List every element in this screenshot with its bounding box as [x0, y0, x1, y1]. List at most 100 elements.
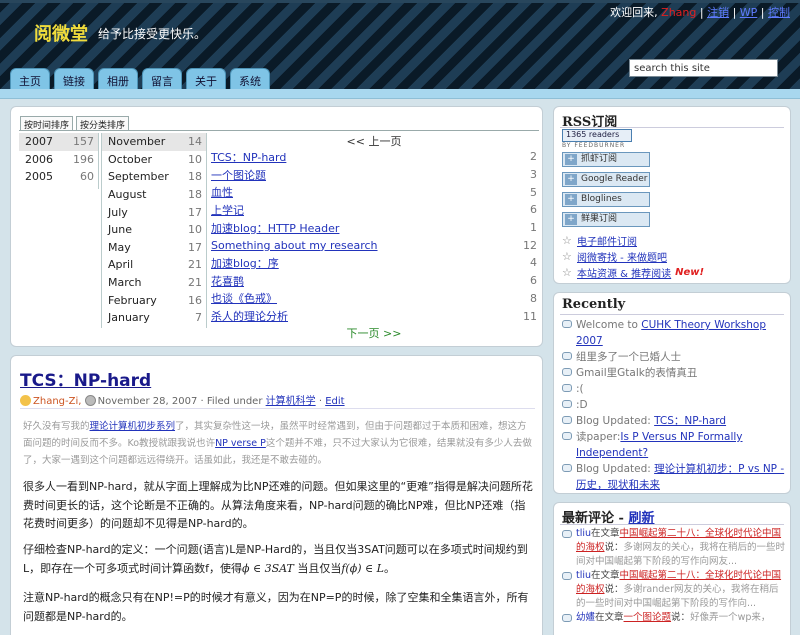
archive-post-row: 加速blog：序 4 — [211, 255, 537, 271]
speech-bubble-icon — [562, 320, 572, 328]
recent-item: Welcome to CUHK Theory Workshop 2007 — [562, 317, 786, 349]
month-row[interactable]: September 18 — [102, 168, 206, 186]
next-page-link[interactable]: 下一页 >> — [207, 325, 541, 340]
month-row[interactable]: March 21 — [102, 274, 206, 292]
archive-post-link[interactable]: 一个图论题 — [211, 167, 266, 183]
main-nav: 主页 链接 相册 留言 关于 系统 — [10, 68, 270, 89]
archive-post-link[interactable]: 花喜鹊 — [211, 273, 244, 289]
archive-post-link[interactable]: 也谈《色戒》 — [211, 290, 277, 306]
recent-title: Recently — [562, 297, 626, 312]
search-input[interactable] — [629, 59, 778, 77]
recent-item: 组里多了一个已婚人士 — [562, 349, 786, 365]
comment-item: tliu在文章中国崛起第二十八：全球化时代论中国的海权说：多谢rander网友的… — [562, 569, 786, 611]
month-row[interactable]: January 7 — [102, 309, 206, 327]
year-row[interactable]: 2006 196 — [19, 151, 98, 169]
comment-item: tliu在文章中国崛起第二十八：全球化时代论中国的海权说：多谢网友的关心，我将在… — [562, 527, 786, 569]
month-row[interactable]: July 17 — [102, 203, 206, 221]
xianguo-subscribe-button[interactable]: + 鲜果订阅 — [562, 212, 650, 227]
post-author[interactable]: Zhang-Zi, — [33, 396, 81, 407]
recent-list: Welcome to CUHK Theory Workshop 2007 组里多… — [562, 317, 786, 493]
month-row[interactable]: November 14 — [102, 133, 206, 151]
archive-post-link[interactable]: 血性 — [211, 184, 233, 200]
post-paragraph: 很多人一看到NP-hard，就从字面上理解成为比NP还难的问题。但如果这里的“更… — [23, 480, 533, 530]
site-header: 阅微堂 给予比接受更快乐。 欢迎回来, Zhang | 注销 | WP | 控制… — [0, 0, 800, 89]
speech-bubble-icon — [562, 572, 572, 580]
clock-icon — [84, 395, 96, 406]
logout-link[interactable]: 注销 — [707, 6, 729, 19]
speech-bubble-icon — [562, 530, 572, 538]
new-badge: New! — [675, 267, 705, 278]
post-paragraph: 仔细检查NP-hard的定义：一个问题(语言)L是NP-Hard的，当且仅当3S… — [23, 543, 528, 575]
rss-widget: RSS订阅 1365 readers BY FEEDBURNER + 抓虾订阅 +… — [553, 106, 791, 284]
recent-rule — [560, 314, 784, 315]
archive-divider — [19, 130, 539, 131]
archive-tab-by-date[interactable]: 按时间排序 — [20, 116, 74, 131]
archive-post-row: 花喜鹊 6 — [211, 273, 537, 289]
month-row[interactable]: May 17 — [102, 239, 206, 257]
comment-item: 幼嫿在文章一个图论题说：好像弄一个wp来， — [562, 611, 786, 625]
post-edit-link[interactable]: Edit — [325, 396, 344, 407]
resources-link[interactable]: ☆ 本站资源 & 推荐阅读 New! — [562, 265, 704, 280]
star-icon: ☆ — [562, 266, 572, 279]
site-tagline: 给予比接受更快乐。 — [98, 27, 207, 41]
archive-post-link[interactable]: TCS：NP-hard — [211, 149, 286, 165]
post-paragraph: 注意NP-hard的概念只有在NP!=P的时候才有意义，因为在NP=P的时候，除… — [23, 591, 529, 623]
archive-tab-by-category[interactable]: 按分类排序 — [76, 116, 130, 131]
user-name[interactable]: Zhang — [661, 6, 696, 19]
month-row[interactable]: August 18 — [102, 186, 206, 204]
post-title[interactable]: TCS：NP-hard — [20, 366, 151, 391]
post-date: November 28, 2007 — [97, 396, 198, 407]
archive-widget: 按时间排序 按分类排序 2007 157 2006 196 2005 60 Novem… — [10, 106, 543, 347]
control-link[interactable]: 控制 — [768, 6, 790, 19]
tab-system[interactable]: 系统 — [230, 68, 270, 89]
archive-post-link[interactable]: 加速blog：序 — [211, 255, 279, 271]
zhuaxia-subscribe-button[interactable]: + 抓虾订阅 — [562, 152, 650, 167]
month-row[interactable]: April 21 — [102, 256, 206, 274]
tab-about[interactable]: 关于 — [186, 68, 226, 89]
tab-home[interactable]: 主页 — [10, 68, 50, 89]
archive-post-row: 上学记 6 — [211, 202, 537, 218]
post-meta: Zhang-Zi, November 28, 2007 · Filed unde… — [20, 392, 345, 407]
recent-item: Gmail里Gtalk的表情真丑 — [562, 365, 786, 381]
google-reader-button[interactable]: + Google Reader — [562, 172, 650, 187]
month-row[interactable]: February 16 — [102, 291, 206, 309]
archive-post-link[interactable]: 杀人的理论分析 — [211, 308, 288, 324]
tab-album[interactable]: 相册 — [98, 68, 138, 89]
archive-post-link[interactable]: 上学记 — [211, 202, 244, 218]
star-icon: ☆ — [562, 250, 572, 263]
post-category-link[interactable]: 计算机科学 — [266, 396, 316, 407]
archive-post-row: 一个图论题 3 — [211, 167, 537, 183]
star-icon: ☆ — [562, 234, 572, 247]
latest-comments-widget: 最新评论 - 刷新 tliu在文章中国崛起第二十八：全球化时代论中国的海权说：多… — [553, 502, 791, 635]
bloglines-button[interactable]: + Bloglines — [562, 192, 650, 207]
archive-post-link[interactable]: 加速blog：HTTP Header — [211, 220, 339, 236]
prev-page-link[interactable]: << 上一页 — [207, 133, 541, 148]
puzzle-link[interactable]: ☆ 阅微寄找 - 来做题吧 — [562, 249, 667, 264]
series-link[interactable]: 理论计算机初步系列 — [90, 421, 176, 432]
header-top-rule — [0, 0, 800, 3]
month-row[interactable]: October 10 — [102, 151, 206, 169]
email-subscribe-link[interactable]: ☆ 电子邮件订阅 — [562, 233, 637, 248]
speech-bubble-icon — [562, 400, 572, 408]
year-row[interactable]: 2007 157 — [19, 133, 98, 151]
recent-widget: Recently Welcome to CUHK Theory Workshop… — [553, 292, 791, 494]
math-formula: ϕ ∈ 3SAT — [242, 561, 294, 575]
month-row[interactable]: June 10 — [102, 221, 206, 239]
archive-posts: << 上一页 TCS：NP-hard 2 一个图论题 3 血性 5 上学记 6 加速bl… — [207, 133, 541, 340]
tab-guestbook[interactable]: 留言 — [142, 68, 182, 89]
archive-post-link[interactable]: Something about my research — [211, 239, 378, 252]
rss-rule — [560, 127, 784, 128]
wp-link[interactable]: WP — [740, 6, 758, 19]
feedburner-badge[interactable]: 1365 readers — [562, 129, 632, 142]
archive-post-row: 也谈《色戒》 8 — [211, 290, 537, 306]
speech-bubble-icon — [562, 416, 572, 424]
plus-icon: + — [565, 174, 577, 185]
speech-bubble-icon — [562, 368, 572, 376]
year-row[interactable]: 2005 60 — [19, 168, 98, 186]
tab-links[interactable]: 链接 — [54, 68, 94, 89]
speech-bubble-icon — [562, 432, 572, 440]
np-vs-p-link[interactable]: NP verse P — [215, 438, 266, 449]
site-title[interactable]: 阅微堂 — [34, 20, 88, 46]
speech-bubble-icon — [562, 614, 572, 622]
welcome-text: 欢迎回来, — [610, 6, 658, 19]
